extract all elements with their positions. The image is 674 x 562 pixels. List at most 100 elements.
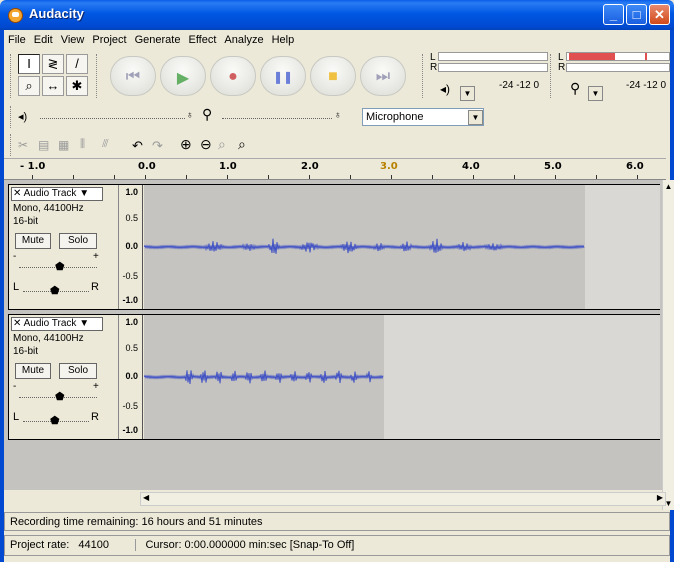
play-button[interactable]: ▶: [160, 56, 206, 96]
record-meter-level: [569, 53, 615, 60]
trim-icon[interactable]: ⫼: [80, 138, 85, 151]
zoom-out-icon[interactable]: ⊖: [200, 136, 212, 153]
silence-icon[interactable]: ⫻: [102, 138, 109, 151]
draw-tool-icon[interactable]: /: [66, 54, 88, 74]
track-name-menu[interactable]: ✕ Audio Track ▼: [11, 187, 103, 201]
copy-icon[interactable]: ▤: [38, 138, 49, 152]
ruler-label: 2.0: [301, 161, 319, 172]
amplitude-scale: 1.0 0.5 0.0 -0.5 -1.0: [119, 185, 143, 309]
pan-right-label: R: [91, 411, 99, 423]
cut-icon[interactable]: ✂: [18, 138, 28, 152]
menu-file[interactable]: File: [4, 30, 30, 46]
toolbar-area: I ≷ / ⌕ ↔ ✱ ⏮ ▶ ● ❚❚ ■ ⏭ L R ◂) ▼ -24 -1…: [4, 50, 670, 158]
waveform-2[interactable]: [143, 315, 384, 439]
record-meter-scale: -24 -12 0: [626, 80, 667, 91]
playback-meter-right: [438, 63, 548, 72]
redo-icon[interactable]: ↷: [152, 138, 163, 154]
menu-help[interactable]: Help: [268, 30, 299, 46]
ruler-label: 0.0: [138, 161, 156, 172]
playback-meter-left: [438, 52, 548, 61]
playback-meter-scale: -24 -12 0: [499, 80, 540, 91]
gain-plus: +: [93, 381, 99, 392]
audacity-logo-icon: [8, 8, 23, 23]
track-name: Audio Track: [23, 318, 77, 329]
menu-edit[interactable]: Edit: [30, 30, 57, 46]
waveform-1[interactable]: [143, 185, 585, 309]
zoom-tool-icon[interactable]: ⌕: [18, 76, 40, 96]
record-meter-dropdown[interactable]: ▼: [588, 86, 603, 101]
menu-analyze[interactable]: Analyze: [220, 30, 267, 46]
fit-project-icon[interactable]: ⌕: [238, 136, 246, 153]
menu-view[interactable]: View: [57, 30, 89, 46]
input-source-dropdown-button[interactable]: ▼: [468, 110, 483, 125]
close-button[interactable]: ✕: [649, 4, 670, 25]
skip-end-icon: ⏭: [375, 68, 391, 85]
skip-to-end-button[interactable]: ⏭: [360, 56, 406, 96]
selection-tool-icon[interactable]: I: [18, 54, 40, 74]
mute-button[interactable]: Mute: [15, 233, 51, 249]
input-source-select[interactable]: Microphone: [362, 108, 484, 126]
mute-button[interactable]: Mute: [15, 363, 51, 379]
pause-button[interactable]: ❚❚: [260, 56, 306, 96]
play-meter-r: R: [430, 62, 438, 73]
ruler-label: 4.0: [462, 161, 480, 172]
zoom-in-icon[interactable]: ⊕: [180, 136, 192, 153]
input-volume-slider[interactable]: [222, 118, 332, 119]
minimize-button[interactable]: _: [603, 4, 624, 25]
pause-icon: ❚❚: [272, 70, 294, 84]
playback-meter-dropdown[interactable]: ▼: [460, 86, 475, 101]
output-volume-icon: ◂): [18, 111, 28, 123]
record-meter-right: [566, 63, 670, 72]
speaker-icon[interactable]: ◂): [440, 82, 450, 96]
microphone-icon[interactable]: ⚲: [570, 80, 580, 97]
skip-to-start-button[interactable]: ⏮: [110, 56, 156, 96]
ruler-label-playhead: 3.0: [380, 161, 398, 172]
pan-right-label: R: [91, 281, 99, 293]
amplitude-scale: 1.0 0.5 0.0 -0.5 -1.0: [119, 315, 143, 439]
pan-slider-thumb[interactable]: ⬟: [50, 414, 60, 427]
envelope-tool-icon[interactable]: ≷: [42, 54, 64, 74]
horizontal-scrollbar[interactable]: ◀ ▶: [140, 492, 666, 506]
record-button[interactable]: ●: [210, 56, 256, 96]
solo-button[interactable]: Solo: [59, 363, 97, 379]
ruler-label: 1.0: [219, 161, 237, 172]
input-microphone-icon: ⚲: [202, 106, 213, 122]
gain-minus: -: [13, 381, 17, 392]
stop-button[interactable]: ■: [310, 56, 356, 96]
multi-tool-icon[interactable]: ✱: [66, 76, 88, 96]
gain-minus: -: [13, 251, 17, 262]
track-name-menu[interactable]: ✕ Audio Track ▼: [11, 317, 103, 331]
undo-icon[interactable]: ↶: [132, 138, 143, 154]
menu-project[interactable]: Project: [88, 30, 130, 46]
title-bar: Audacity _ □ ✕: [0, 0, 674, 30]
audio-track-1[interactable]: ✕ Audio Track ▼ Mono, 44100Hz 16-bit Mut…: [8, 184, 660, 310]
gain-slider-thumb[interactable]: ⬟: [55, 260, 65, 273]
vertical-scrollbar[interactable]: ▲ ▼: [662, 180, 674, 510]
output-volume-slider[interactable]: [40, 118, 185, 119]
ruler-label: 6.0: [626, 161, 644, 172]
audio-track-2[interactable]: ✕ Audio Track ▼ Mono, 44100Hz 16-bit Mut…: [8, 314, 660, 440]
menu-generate[interactable]: Generate: [131, 30, 185, 46]
scroll-left-icon[interactable]: ◀: [143, 493, 149, 502]
scroll-right-icon[interactable]: ▶: [657, 493, 663, 502]
cursor-position: Cursor: 0:00.000000 min:sec [Snap-To Off…: [145, 539, 355, 551]
skip-start-icon: ⏮: [125, 68, 141, 85]
menu-effect[interactable]: Effect: [184, 30, 220, 46]
input-volume-thumb[interactable]: ♁: [334, 110, 342, 121]
track-format: Mono, 44100Hz: [13, 203, 84, 214]
track-bitdepth: 16-bit: [13, 346, 39, 357]
track-name: Audio Track: [23, 188, 77, 199]
solo-button[interactable]: Solo: [59, 233, 97, 249]
track-control-panel: ✕ Audio Track ▼ Mono, 44100Hz 16-bit Mut…: [9, 315, 119, 439]
project-rate-value[interactable]: 44100: [78, 539, 137, 551]
maximize-button[interactable]: □: [626, 4, 647, 25]
gain-slider-thumb[interactable]: ⬟: [55, 390, 65, 403]
output-volume-thumb[interactable]: ♁: [186, 110, 194, 121]
fit-selection-icon[interactable]: ⌕: [218, 136, 226, 153]
scroll-up-icon[interactable]: ▲: [663, 182, 674, 191]
pan-slider-thumb[interactable]: ⬟: [50, 284, 60, 297]
timeshift-tool-icon[interactable]: ↔: [42, 76, 64, 96]
paste-icon[interactable]: ▦: [58, 138, 69, 152]
timeline-ruler[interactable]: - 1.0 0.0 1.0 2.0 3.0 4.0 5.0 6.0: [4, 158, 666, 180]
track-bitdepth: 16-bit: [13, 216, 39, 227]
